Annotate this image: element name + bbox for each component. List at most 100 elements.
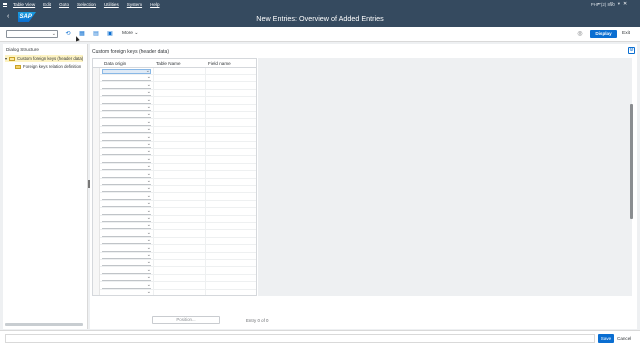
data-origin-input[interactable]: ⌄ xyxy=(102,141,151,148)
table-row[interactable]: ⌄ xyxy=(100,126,256,135)
table-row[interactable]: ⌄ xyxy=(100,193,256,201)
copy-entries-icon[interactable]: ▦ xyxy=(78,30,86,38)
chevron-down-icon[interactable]: ⌄ xyxy=(147,237,151,243)
data-origin-input[interactable]: ⌄ xyxy=(102,200,151,208)
chevron-down-icon[interactable]: ⌄ xyxy=(147,148,151,154)
save-button[interactable]: Save xyxy=(598,334,614,343)
table-settings-icon[interactable]: ⚙ xyxy=(628,47,635,54)
table-row[interactable]: ⌄ xyxy=(100,171,256,179)
table-row[interactable]: ⌄ xyxy=(100,274,256,283)
data-origin-input[interactable]: ⌄ xyxy=(102,208,151,215)
minimize-icon[interactable]: – xyxy=(598,1,601,7)
display-button[interactable]: Display xyxy=(590,30,617,38)
data-origin-input[interactable]: ⌄ xyxy=(102,111,151,119)
table-row[interactable]: ⌄ xyxy=(100,289,256,295)
data-origin-input[interactable]: ⌄ xyxy=(102,259,151,267)
chevron-down-icon[interactable]: ⌄ xyxy=(147,208,151,214)
row-selector-column[interactable] xyxy=(93,68,100,295)
data-origin-input[interactable]: ⌄ xyxy=(102,74,151,82)
settings-icon[interactable]: ◎ xyxy=(576,30,584,38)
chevron-down-icon[interactable]: ⌄ xyxy=(147,222,151,228)
chevron-down-icon[interactable]: ⌄ xyxy=(147,134,151,140)
exit-button[interactable]: Exit xyxy=(622,31,630,36)
column-header-data-origin[interactable]: Data origin xyxy=(104,61,126,66)
data-origin-input[interactable]: ⌄ xyxy=(102,230,151,237)
chevron-down-icon[interactable]: ⌄ xyxy=(147,163,151,169)
chevron-down-icon[interactable]: ⌄ xyxy=(147,111,151,117)
chevron-down-icon[interactable]: ⌄ xyxy=(147,126,151,132)
data-origin-input[interactable]: ⌄ xyxy=(102,282,151,289)
table-row[interactable]: ⌄ xyxy=(100,259,256,268)
data-origin-input[interactable]: ⌄ xyxy=(102,89,151,97)
menu-table-view[interactable]: Table View xyxy=(13,2,35,7)
chevron-down-icon[interactable]: ⌄ xyxy=(147,193,151,199)
table-row[interactable]: ⌄ xyxy=(100,89,256,98)
data-origin-input[interactable]: ⌄ xyxy=(102,185,151,193)
hamburger-menu-icon[interactable] xyxy=(3,2,7,7)
position-button[interactable]: Position... xyxy=(152,316,220,324)
data-origin-input[interactable]: ⌄ xyxy=(102,119,151,126)
data-origin-input[interactable]: ⌄ xyxy=(102,82,151,89)
chevron-down-icon[interactable]: ⌄ xyxy=(147,252,151,258)
chevron-down-icon[interactable]: ⌄ xyxy=(52,31,56,37)
data-origin-input[interactable]: ⌄ xyxy=(102,289,151,295)
chevron-down-icon[interactable]: ⌄ xyxy=(147,156,151,162)
menu-selection[interactable]: Selection xyxy=(77,2,96,7)
data-origin-input[interactable]: ⌄ xyxy=(102,171,151,178)
data-origin-input[interactable]: ⌄ xyxy=(102,193,151,200)
data-origin-input[interactable]: ⌄ xyxy=(102,97,151,104)
table-row[interactable]: ⌄ xyxy=(100,82,256,90)
chevron-down-icon[interactable]: ⌄ xyxy=(147,274,151,280)
table-row[interactable]: ⌄ xyxy=(100,134,256,142)
table-row[interactable]: ⌄ xyxy=(100,104,256,113)
table-row[interactable]: ⌄ xyxy=(100,245,256,253)
vertical-scrollbar[interactable] xyxy=(630,104,633,219)
table-row[interactable]: ⌄ xyxy=(100,282,256,290)
table-row[interactable]: ⌄ xyxy=(100,119,256,127)
table-row[interactable]: ⌄ xyxy=(100,237,256,246)
chevron-down-icon[interactable]: ⌄ xyxy=(147,89,151,95)
chevron-down-icon[interactable]: ▾ xyxy=(618,1,620,7)
table-row[interactable]: ⌄ xyxy=(100,163,256,172)
chevron-down-icon[interactable]: ⌄ xyxy=(147,282,151,288)
chevron-down-icon[interactable]: ⌄ xyxy=(147,185,151,191)
chevron-down-icon[interactable]: ⌄ xyxy=(147,104,151,110)
table-row[interactable]: ⌄ xyxy=(100,97,256,105)
select-all-icon[interactable]: ▣ xyxy=(106,30,114,38)
data-origin-input[interactable]: ⌄ xyxy=(102,134,151,141)
chevron-down-icon[interactable]: ⌄ xyxy=(147,267,151,273)
chevron-down-icon[interactable]: ⌄ xyxy=(147,141,151,147)
data-origin-input[interactable]: ⌄ xyxy=(102,245,151,252)
chevron-down-icon[interactable]: ⌄ xyxy=(147,82,151,88)
data-origin-input[interactable]: ⌄ xyxy=(102,222,151,230)
delete-entries-icon[interactable]: ▤ xyxy=(92,30,100,38)
cancel-button[interactable]: Cancel xyxy=(617,336,631,341)
horizontal-scrollbar[interactable] xyxy=(5,323,83,326)
data-origin-input[interactable]: ⌄ xyxy=(102,68,151,74)
chevron-down-icon[interactable]: ⌄ xyxy=(147,178,151,184)
data-origin-input[interactable]: ⌄ xyxy=(102,215,151,222)
chevron-down-icon[interactable]: ⌄ xyxy=(147,245,151,251)
data-origin-input[interactable]: ⌄ xyxy=(102,104,151,111)
command-field[interactable]: ⌄ xyxy=(6,30,58,38)
column-header-field-name[interactable]: Field name xyxy=(208,61,231,66)
table-row[interactable]: ⌄ xyxy=(100,230,256,238)
chevron-down-icon[interactable]: ⌄ xyxy=(147,97,151,103)
tree-item-custom-foreign-keys[interactable]: ▾ Custom foreign keys (header data) xyxy=(5,55,84,62)
menu-utilities[interactable]: Utilities xyxy=(104,2,119,7)
expand-arrow-icon[interactable]: ▾ xyxy=(5,55,7,62)
maximize-icon[interactable]: □ xyxy=(610,1,613,7)
table-row[interactable]: ⌄ xyxy=(100,208,256,216)
data-origin-input[interactable]: ⌄ xyxy=(102,156,151,163)
table-row[interactable]: ⌄ xyxy=(100,111,256,120)
chevron-down-icon[interactable]: ⌄ xyxy=(147,215,151,221)
column-header-table-name[interactable]: Table Name xyxy=(156,61,181,66)
menu-system[interactable]: System xyxy=(127,2,142,7)
table-row[interactable]: ⌄ xyxy=(100,156,256,164)
close-icon[interactable]: ✕ xyxy=(623,1,627,7)
data-origin-input[interactable]: ⌄ xyxy=(102,126,151,134)
data-origin-input[interactable]: ⌄ xyxy=(102,148,151,156)
table-row[interactable]: ⌄ xyxy=(100,178,256,187)
chevron-down-icon[interactable]: ⌄ xyxy=(147,289,151,295)
more-button[interactable]: More ⌄ xyxy=(122,31,138,36)
